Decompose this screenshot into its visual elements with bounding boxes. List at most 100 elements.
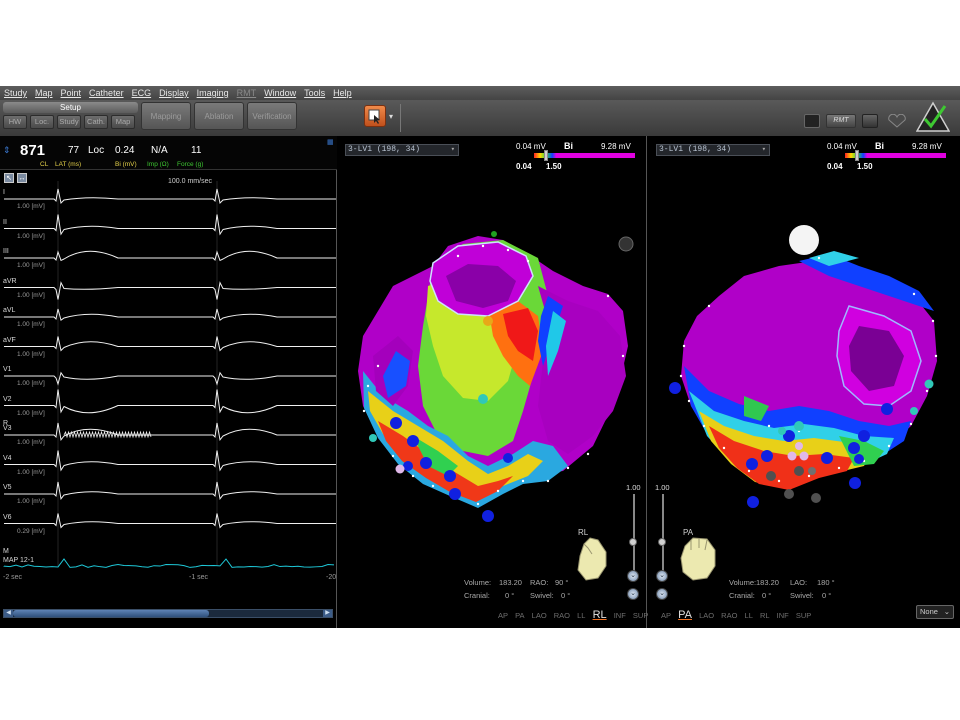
zoom-slider-knob[interactable] [658, 538, 666, 546]
colorbar[interactable] [845, 153, 946, 158]
view-lao[interactable]: LAO [699, 611, 714, 620]
status-readouts: ⇕ 871 CL 77 LAT (ms) Loc 0.24 Bi (mV) N/… [0, 136, 337, 170]
view-inf[interactable]: INF [614, 611, 626, 620]
view-rl[interactable]: RL [593, 609, 607, 621]
menu-ecg[interactable]: ECG [132, 88, 152, 98]
none-select[interactable]: None ⌄ [916, 605, 954, 619]
lead-label: V5 [3, 484, 12, 491]
ecg-trace-v4 [4, 451, 336, 471]
lead-label: III [3, 248, 9, 255]
colorbar-mode: Bi [875, 141, 884, 151]
menu-display[interactable]: Display [159, 88, 189, 98]
ecg-noise [64, 432, 151, 437]
subtab-map[interactable]: Map [111, 115, 135, 129]
colorbar-mode: Bi [564, 141, 573, 151]
rmt-icon[interactable]: RMT [826, 114, 856, 128]
lead-scale: 1.00 [mV] [17, 439, 45, 446]
view-rao[interactable]: RAO [554, 611, 570, 620]
ecg-traces: ↖ ↔ 100.0 mm/sec I 1.00 [mV] II 1.00 [mV] II… [0, 171, 337, 605]
grid-icon[interactable]: ▦ [327, 138, 334, 146]
scroll-right-icon[interactable]: ▶ [323, 610, 332, 617]
view-lao[interactable]: LAO [532, 611, 547, 620]
monitor-icon[interactable] [804, 114, 820, 128]
lead-scale: 1.00 [mV] [17, 469, 45, 476]
scroll-thumb[interactable] [13, 610, 209, 617]
ecg-trace-v1 [4, 373, 336, 384]
bi-value: 0.24 [115, 145, 134, 156]
legend-icon[interactable] [619, 237, 633, 251]
swivel-value: 0 ° [822, 591, 831, 600]
heart-icon[interactable] [886, 114, 908, 128]
map-selector[interactable]: 3-LV1 (198, 34) ▾ [345, 144, 459, 156]
subtab-loc[interactable]: Loc. [30, 115, 54, 129]
loc-value: Loc [88, 145, 104, 156]
volume-label: Volume: [729, 578, 756, 587]
colorbar-handle[interactable] [855, 150, 859, 161]
menu-help[interactable]: Help [333, 88, 352, 98]
lead-scale: 1.00 [mV] [17, 498, 45, 505]
menu-study[interactable]: Study [4, 88, 27, 98]
measure-tool-icon[interactable]: ↔ [17, 173, 27, 183]
none-select-value: None [920, 607, 938, 616]
lead-scale: 1.00 [mV] [17, 203, 45, 210]
heart-orientation-icon[interactable] [572, 534, 612, 584]
menu-bar: Study Map Point Catheter ECG Display Ima… [0, 86, 960, 100]
zoom-slider[interactable] [662, 494, 664, 574]
camera-icon[interactable] [862, 114, 878, 128]
view-ap[interactable]: AP [661, 611, 671, 620]
view-rao[interactable]: RAO [721, 611, 737, 620]
angle-label: LAO: [790, 578, 807, 587]
rotate-down-icon[interactable]: ⌄ [656, 570, 668, 582]
menu-tools[interactable]: Tools [304, 88, 325, 98]
rotate-down-icon[interactable]: ⌄ [627, 570, 639, 582]
view-pa[interactable]: PA [678, 609, 692, 621]
view-sup[interactable]: SUP [633, 611, 648, 620]
subtab-hw[interactable]: HW [3, 115, 27, 129]
sort-arrows-icon[interactable]: ⇕ [3, 145, 11, 156]
pointer-tool-icon[interactable]: ↖ [4, 173, 14, 183]
view-pa[interactable]: PA [515, 611, 524, 620]
colorbar-handle[interactable] [544, 150, 548, 161]
map-view-pa[interactable]: 3-LV1 (198, 34) ▾ 0.04 mV Bi 9.28 mV 0.04… [649, 136, 960, 628]
zoom-slider[interactable] [633, 494, 635, 574]
reset-view-icon[interactable]: ⌄ [656, 588, 668, 600]
cranial-value: 0 ° [505, 591, 514, 600]
map-selector[interactable]: 3-LV1 (198, 34) ▾ [656, 144, 770, 156]
reset-view-icon[interactable]: ⌄ [627, 588, 639, 600]
view-ll[interactable]: LL [577, 611, 585, 620]
anatomical-marker[interactable] [789, 225, 819, 255]
scroll-left-icon[interactable]: ◀ [4, 610, 13, 617]
menu-rmt[interactable]: RMT [237, 88, 257, 98]
system-ok-checkmark-icon[interactable] [916, 100, 950, 134]
chevron-down-icon[interactable]: ▾ [389, 112, 393, 121]
tab-mapping[interactable]: Mapping [141, 102, 191, 130]
ecg-trace-v2 [4, 390, 336, 413]
view-rl[interactable]: RL [760, 611, 770, 620]
menu-imaging[interactable]: Imaging [197, 88, 229, 98]
menu-catheter[interactable]: Catheter [89, 88, 124, 98]
ecg-trace-iii [4, 251, 336, 260]
tab-verification[interactable]: Verification [247, 102, 297, 130]
colorbar[interactable] [534, 153, 635, 158]
subtab-study[interactable]: Study [57, 115, 81, 129]
ecg-scrollbar[interactable]: ◀ ▶ [3, 609, 333, 618]
subtab-cath[interactable]: Cath. [84, 115, 108, 129]
menu-window[interactable]: Window [264, 88, 296, 98]
heart-orientation-icon[interactable] [677, 534, 721, 584]
menu-point[interactable]: Point [61, 88, 82, 98]
view-sup[interactable]: SUP [796, 611, 811, 620]
setup-tab[interactable]: Setup [3, 102, 138, 113]
menu-map[interactable]: Map [35, 88, 53, 98]
tab-ablation[interactable]: Ablation [194, 102, 244, 130]
view-ll[interactable]: LL [745, 611, 753, 620]
lead-label: aVL [3, 307, 15, 314]
carto-application: Study Map Point Catheter ECG Display Ima… [0, 86, 960, 628]
view-inf[interactable]: INF [777, 611, 789, 620]
voltage-map-surface[interactable] [681, 251, 937, 490]
zoom-slider-knob[interactable] [629, 538, 637, 546]
view-ap[interactable]: AP [498, 611, 508, 620]
tool-button[interactable] [364, 105, 386, 127]
map-channel-label: MAP 12-1 [3, 557, 34, 564]
map-view-rl[interactable]: 3-LV1 (198, 34) ▾ 0.04 mV Bi 9.28 mV 0.04… [338, 136, 647, 628]
map-channel-m: M [3, 548, 9, 555]
